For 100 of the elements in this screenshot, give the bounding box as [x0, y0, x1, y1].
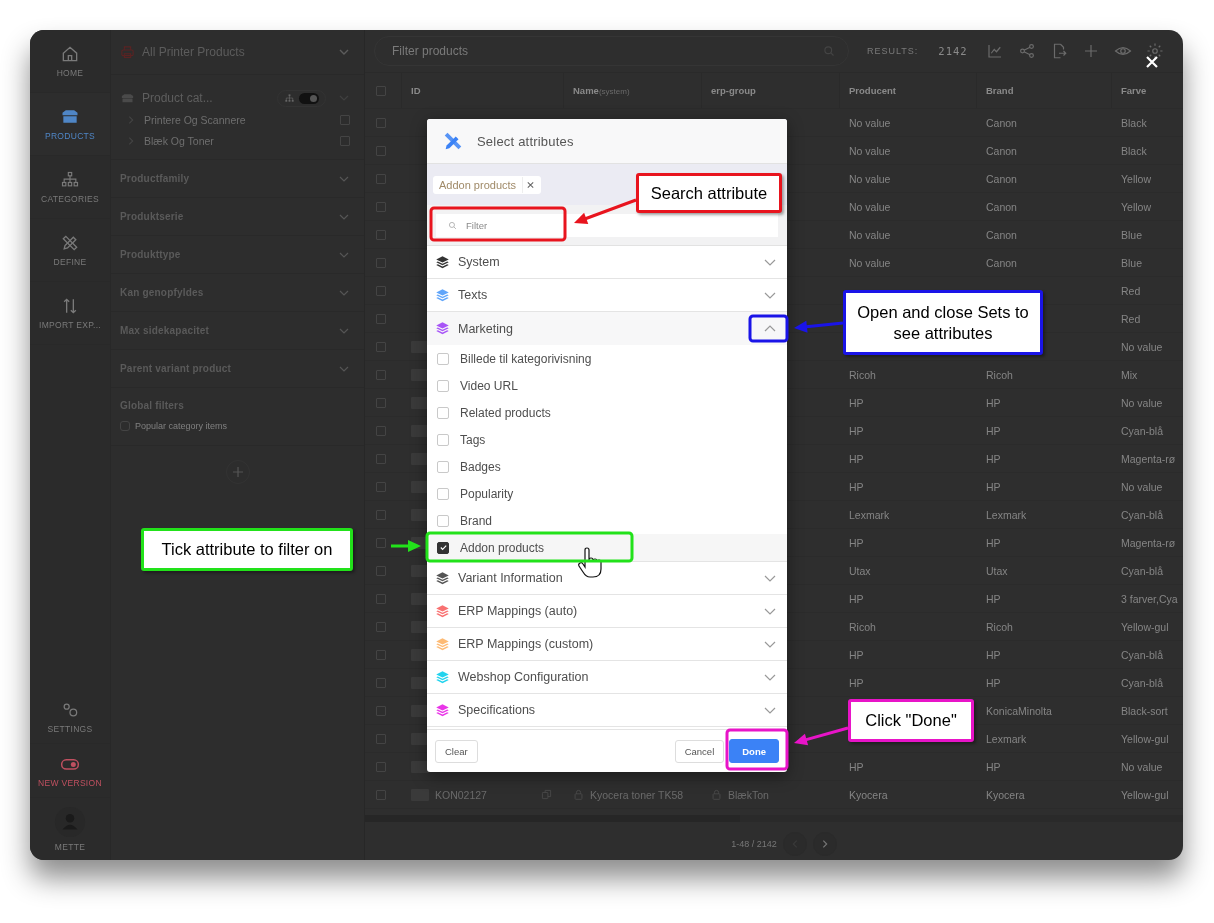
- table-cell: BlækTon: [728, 788, 769, 801]
- table-cell: Magenta-rø: [1121, 536, 1176, 549]
- callout-note: Search attribute: [636, 173, 782, 213]
- table-cell: HP: [986, 536, 1001, 549]
- table-cell: Canon: [986, 172, 1017, 185]
- table-cell: No value: [1121, 480, 1163, 493]
- table-cell: HP: [849, 536, 864, 549]
- close-icon: [1145, 55, 1159, 69]
- column-header[interactable]: Name(system): [573, 85, 630, 96]
- table-cell: Cyan-blå: [1121, 508, 1164, 521]
- done-button[interactable]: Done: [729, 739, 779, 763]
- attribute-set[interactable]: System: [427, 246, 787, 279]
- attribute-set[interactable]: ERP Mappings (custom): [427, 628, 787, 661]
- table-cell: Mix: [1121, 368, 1138, 381]
- table-cell: No value: [849, 256, 891, 269]
- cancel-button[interactable]: Cancel: [674, 739, 725, 763]
- table-cell: Canon: [986, 256, 1017, 269]
- copy-icon[interactable]: [541, 789, 552, 800]
- table-cell: Utax: [849, 564, 871, 577]
- arrow: [574, 198, 637, 225]
- table-cell: Magenta-rø: [1121, 452, 1176, 465]
- column-header[interactable]: Producent: [849, 85, 896, 96]
- attribute-set[interactable]: ERP Mappings (auto): [427, 595, 787, 628]
- check-icon: [438, 543, 448, 552]
- next-page-button[interactable]: [812, 832, 837, 856]
- search-field[interactable]: Filter products: [374, 36, 849, 66]
- nav-item[interactable]: IMPORT EXP...: [30, 282, 110, 345]
- table-cell: Blue: [1121, 256, 1142, 269]
- table-cell: No value: [849, 200, 891, 213]
- table-cell: HP: [849, 676, 864, 689]
- results-count: 2142: [938, 45, 968, 57]
- table-cell: No value: [849, 144, 891, 157]
- table-cell: Utax: [986, 564, 1008, 577]
- table-cell: HP: [986, 480, 1001, 493]
- table-cell: HP: [849, 424, 864, 437]
- table-cell: Red: [1121, 312, 1141, 325]
- clear-button[interactable]: Clear: [435, 739, 478, 763]
- plus-icon: [231, 466, 244, 478]
- table-cell: Yellow-gul: [1121, 620, 1169, 633]
- column-header[interactable]: Farve: [1121, 85, 1147, 96]
- table-cell: No value: [849, 172, 891, 185]
- table-cell: Yellow: [1121, 200, 1151, 213]
- hierarchy-icon: [284, 92, 295, 104]
- table-cell: Canon: [986, 228, 1017, 241]
- nav-item[interactable]: DEFINE: [30, 219, 110, 282]
- attribute-label[interactable]: Related products: [460, 405, 551, 420]
- nav-item[interactable]: METTE: [30, 798, 110, 860]
- category-item[interactable]: Blæk Og Toner: [144, 134, 340, 147]
- attribute-label[interactable]: Tags: [460, 432, 486, 447]
- nav-item[interactable]: SETTINGS: [30, 690, 110, 744]
- table-cell: No value: [849, 116, 891, 129]
- settings-icon[interactable]: [1145, 42, 1164, 60]
- table-cell: Cyan-blå: [1121, 648, 1164, 661]
- table-cell: HP: [849, 396, 864, 409]
- share-icon[interactable]: [1017, 42, 1036, 60]
- attribute-set[interactable]: Specifications: [427, 694, 787, 727]
- table-cell: No value: [849, 228, 891, 241]
- table-cell: Canon: [986, 200, 1017, 213]
- checkbox[interactable]: [437, 541, 449, 554]
- table-cell: HP: [986, 396, 1001, 409]
- table-cell: HP: [986, 452, 1001, 465]
- table-cell: Cyan-blå: [1121, 676, 1164, 689]
- attribute-label[interactable]: Badges: [460, 459, 501, 474]
- filter-field[interactable]: Filter: [436, 213, 778, 237]
- category-item[interactable]: Printere Og Scannere: [144, 113, 340, 126]
- column-header[interactable]: erp-group: [711, 85, 756, 96]
- attribute-label[interactable]: Popularity: [460, 486, 514, 501]
- callout-note: Open and close Sets to see attributes: [843, 290, 1043, 355]
- table-cell: Black: [1121, 144, 1147, 157]
- column-header[interactable]: ID: [411, 85, 421, 96]
- table-cell: Black-sort: [1121, 704, 1168, 717]
- table-cell: Yellow-gul: [1121, 788, 1169, 801]
- table-cell: HP: [849, 452, 864, 465]
- pencil-ruler-icon: [60, 233, 80, 253]
- attribute-label[interactable]: Brand: [460, 513, 493, 528]
- table-cell: HP: [986, 648, 1001, 661]
- table-cell: Yellow-gul: [1121, 732, 1169, 745]
- selected-attribute-chip[interactable]: Addon products: [433, 175, 542, 194]
- printer-icon: [120, 44, 135, 60]
- table-cell: Lexmark: [986, 508, 1027, 521]
- attribute-set[interactable]: Marketing: [427, 312, 787, 345]
- table-cell: Yellow: [1121, 172, 1151, 185]
- nav-item[interactable]: CATEGORIES: [30, 156, 110, 219]
- results-label: RESULTS:: [867, 46, 919, 56]
- line-chart-icon[interactable]: [985, 42, 1004, 60]
- callout-note: Tick attribute to filter on: [141, 528, 353, 571]
- table-cell: HP: [986, 760, 1001, 773]
- table-cell: No value: [1121, 760, 1163, 773]
- search-icon: [448, 220, 457, 230]
- attribute-label[interactable]: Billede til kategorivisning: [460, 351, 592, 366]
- table-cell: Canon: [986, 116, 1017, 129]
- attribute-label[interactable]: Video URL: [460, 378, 518, 393]
- arrow: [794, 726, 849, 746]
- nav-item[interactable]: NEW VERSION: [30, 744, 110, 798]
- attribute-set[interactable]: Webshop Configuration: [427, 661, 787, 694]
- column-header[interactable]: Brand: [986, 85, 1014, 96]
- arrow: [391, 540, 421, 552]
- attribute-label[interactable]: Addon products: [460, 540, 545, 555]
- table-cell: HP: [849, 760, 864, 773]
- table-cell: KON02127: [435, 788, 487, 801]
